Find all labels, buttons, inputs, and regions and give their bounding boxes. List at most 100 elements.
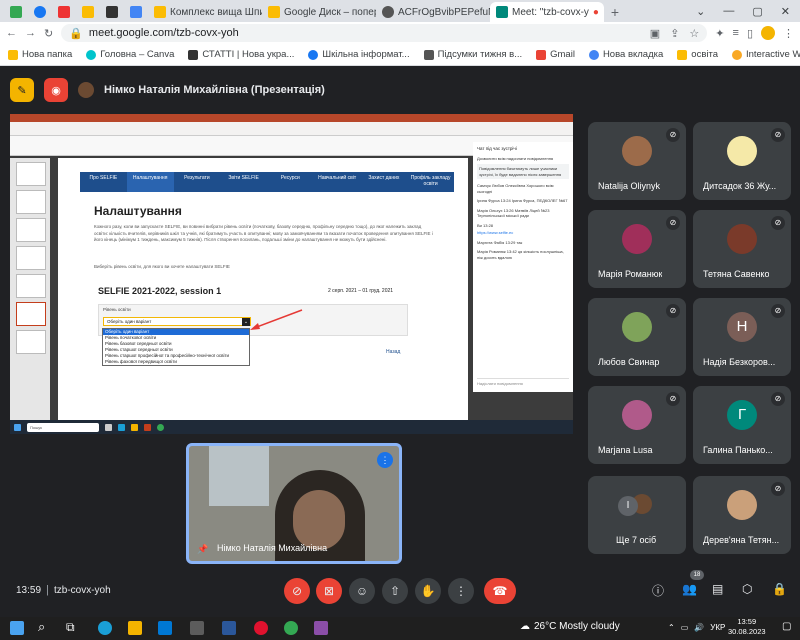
windows-start-icon[interactable]	[10, 621, 24, 635]
network-icon[interactable]: ▭	[681, 623, 689, 632]
more-options-button[interactable]: ⋮	[448, 578, 474, 604]
browser-tab[interactable]	[28, 2, 52, 22]
weather-widget[interactable]: ☁ 26°C Mostly cloudy	[520, 621, 620, 632]
bookmark-item[interactable]: Нова папка	[8, 49, 72, 60]
browser-tab[interactable]: ACFrOgBvibPEPefuN4✕	[376, 2, 490, 22]
browser-tab[interactable]	[76, 2, 100, 22]
slide-site-nav: Про SELFIE Налаштування Результати Звіти…	[80, 172, 454, 192]
chat-message: Марія Романюк 13:42 ця кількість послушн…	[477, 249, 564, 260]
browser-tab[interactable]	[100, 2, 124, 22]
dropdown-option: Рівень фахової передвищої освіти	[105, 359, 177, 364]
present-screen-icon: ⇧	[389, 584, 401, 598]
pin-icon[interactable]: 📌	[197, 544, 208, 555]
more-participants-tile[interactable]: І Ще 7 осіб	[588, 476, 686, 554]
browser-tab[interactable]	[4, 2, 28, 22]
participant-tile[interactable]: ⊘ Тетяна Савенко	[693, 210, 791, 288]
notes-button[interactable]: ✎	[10, 78, 34, 102]
people-icon[interactable]: 👥	[682, 582, 697, 596]
chrome-icon	[157, 423, 164, 431]
bookmark-item[interactable]: Підсумки тижня в...	[423, 49, 522, 60]
new-tab-button[interactable]: +	[604, 2, 626, 22]
bookmark-item[interactable]: Interactive Workshe...	[732, 49, 800, 60]
bookmark-star-icon[interactable]: ☆	[689, 27, 699, 40]
maximize-icon[interactable]: ▢	[752, 5, 762, 18]
close-window-icon[interactable]: ✕	[781, 5, 790, 18]
opera-icon[interactable]	[254, 621, 268, 635]
self-video-tile[interactable]: ⋮ 📌 Німко Наталія Михайлівна	[186, 443, 402, 564]
participant-tile[interactable]: ⊘ Дитсадок 36 Жу...	[693, 122, 791, 200]
search-icon[interactable]: ⌕	[38, 619, 45, 635]
red-arrow-annotation	[250, 309, 303, 330]
back-icon[interactable]: ←	[6, 27, 17, 39]
participant-tile[interactable]: ⊘ Natalija Oliynyk	[588, 122, 686, 200]
info-icon[interactable]: ⓘ	[652, 582, 664, 599]
system-clock[interactable]: 13:59 30.08.2023	[728, 617, 766, 637]
facebook-icon	[308, 49, 319, 60]
tab-favicon-icon	[10, 6, 22, 18]
host-controls-icon[interactable]: 🔒	[772, 582, 787, 596]
camera-toggle-button[interactable]: ⊠	[316, 578, 342, 604]
notifications-icon[interactable]: ▢	[782, 621, 791, 632]
chrome-icon[interactable]	[284, 621, 298, 635]
address-bar[interactable]: 🔒 meet.google.com/tzb-covx-yoh ▣ ⇪ ☆	[61, 24, 708, 42]
bookmark-item[interactable]: Головна – Canva	[86, 49, 174, 60]
bookmark-item[interactable]: освіта	[677, 49, 718, 60]
powerpoint-titlebar	[10, 114, 573, 122]
present-button[interactable]: ⇧	[382, 578, 408, 604]
participant-tile[interactable]: Г ⊘ Галина Панько...	[693, 386, 791, 464]
profile-avatar[interactable]	[761, 26, 775, 40]
bookmarks-bar: Нова папка Головна – Canva СТАТТІ | Нова…	[0, 44, 800, 66]
slide-next-link: Назад	[386, 349, 401, 355]
participant-tile[interactable]: ⊘ Марія Романюк	[588, 210, 686, 288]
media-icon[interactable]: ≡	[733, 27, 739, 39]
level-dropdown-list: Оберіть один варіант Рівень початкової о…	[102, 328, 250, 366]
share-icon[interactable]: ⇪	[670, 27, 679, 40]
chevron-up-icon[interactable]: ⌃	[668, 623, 675, 632]
file-explorer-icon[interactable]	[128, 621, 142, 635]
browser-tab[interactable]	[52, 2, 76, 22]
edge-icon[interactable]	[98, 621, 112, 635]
participant-tile[interactable]: ⊘ Дерев'яна Тетян...	[693, 476, 791, 554]
participant-avatar	[622, 312, 652, 342]
bookmark-item[interactable]: Gmail	[536, 49, 575, 60]
chat-icon[interactable]: ▤	[712, 582, 723, 596]
participant-tile[interactable]: ⊘ Marjana Lusa	[588, 386, 686, 464]
app-icon[interactable]	[314, 621, 328, 635]
meeting-time: 13:59	[16, 584, 42, 596]
volume-icon[interactable]: 🔊	[694, 623, 704, 632]
minimize-icon[interactable]: —	[723, 5, 734, 17]
end-call-button[interactable]: ☎	[484, 578, 516, 604]
word-icon[interactable]	[222, 621, 236, 635]
extensions-icon[interactable]: ✦	[715, 27, 724, 40]
chat-message: https://www.selfie.ec	[477, 230, 514, 235]
record-button[interactable]: ◉	[44, 78, 68, 102]
browser-tab[interactable]: Комплекс вища Шпи✕	[148, 2, 262, 22]
slide-nav-item: Результати	[184, 175, 210, 181]
emoji-button[interactable]: ☺	[349, 578, 375, 604]
powerpoint-menu	[10, 122, 573, 136]
tab-search-icon[interactable]: ⌄	[696, 5, 705, 18]
browser-tab[interactable]	[124, 2, 148, 22]
bookmark-item[interactable]: Шкільна інформат...	[308, 49, 410, 60]
menu-icon[interactable]: ⋮	[783, 27, 794, 40]
store-icon[interactable]	[190, 621, 204, 635]
bookmark-item[interactable]: Нова вкладка	[588, 49, 663, 60]
task-view-icon[interactable]: ⧉	[66, 620, 75, 635]
slide-nav-item: Захист даних	[368, 175, 400, 181]
raise-hand-button[interactable]: ✋	[415, 578, 441, 604]
forward-icon[interactable]: →	[25, 27, 36, 39]
mail-icon[interactable]	[158, 621, 172, 635]
activities-icon[interactable]: ⬡	[742, 582, 752, 596]
camera-indicator-icon[interactable]: ▣	[650, 27, 660, 40]
mic-toggle-button[interactable]: ⊘	[284, 578, 310, 604]
sidebar-icon[interactable]: ▯	[747, 27, 753, 40]
language-indicator[interactable]: УКР	[710, 623, 725, 632]
participant-tile[interactable]: ⊘ Любов Свинар	[588, 298, 686, 376]
slide-canvas: Про SELFIE Налаштування Результати Звіти…	[58, 158, 468, 422]
participant-tile[interactable]: Н ⊘ Надія Безкоров...	[693, 298, 791, 376]
reload-icon[interactable]: ↻	[44, 27, 53, 40]
browser-tab-active[interactable]: Meet: "tzb-covx-y●✕	[490, 2, 604, 22]
bookmark-item[interactable]: СТАТТІ | Нова укра...	[188, 49, 294, 60]
browser-tab[interactable]: Google Диск – попер✕	[262, 2, 376, 22]
slide-note: Виберіть рівень освіти, для якого ви хоч…	[94, 264, 230, 269]
